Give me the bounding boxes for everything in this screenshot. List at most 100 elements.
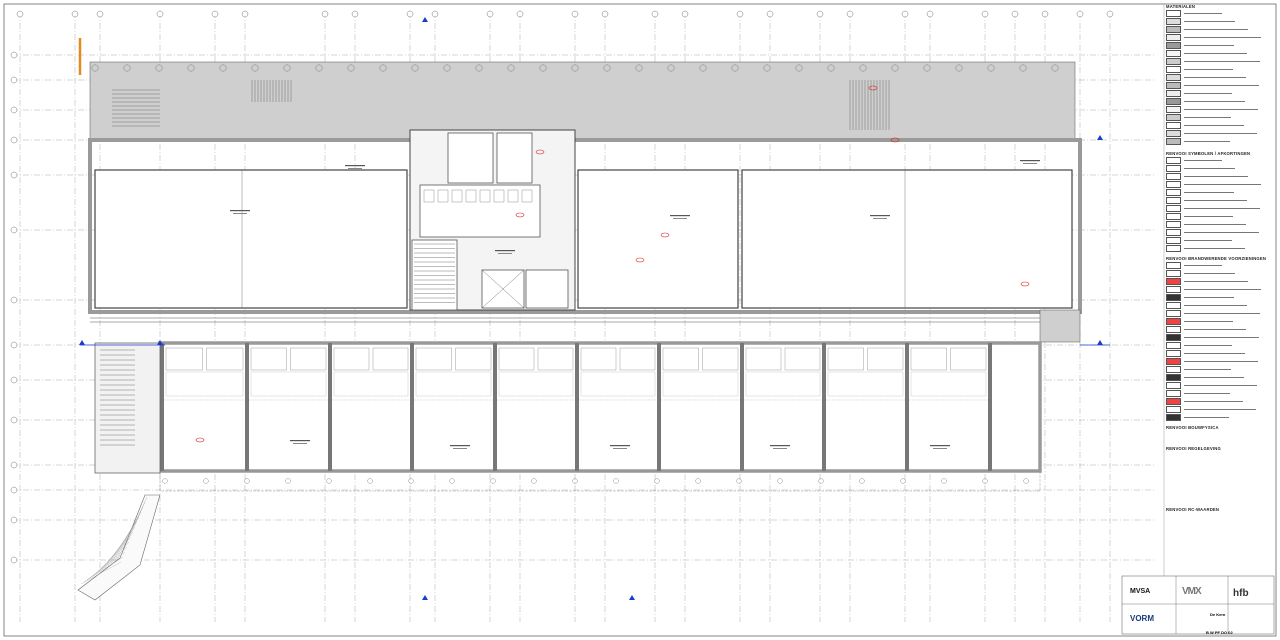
vorm-logo: VORM [1130, 614, 1154, 623]
room-label-mark [293, 443, 307, 444]
west-stair-block [94, 342, 161, 474]
legend-swatch [1166, 33, 1181, 41]
legend-swatch [1166, 65, 1181, 73]
legend-swatch [1166, 365, 1181, 373]
legend-swatch [1166, 172, 1181, 180]
legend-row [1166, 285, 1274, 293]
room-label-mark [498, 253, 512, 254]
hall-3 [577, 169, 739, 309]
legend-row [1166, 413, 1274, 421]
legend-rc-title: RENVOOI RC-WAARDEN [1166, 507, 1220, 512]
legend-swatch [1166, 269, 1181, 277]
section-marker [422, 595, 428, 600]
grid-bubble [846, 10, 854, 18]
legend-swatch [1166, 381, 1181, 389]
legend-swatch [1166, 293, 1181, 301]
legend-row [1166, 236, 1274, 244]
stair-east [1039, 309, 1081, 343]
unit-wall [988, 343, 992, 471]
unit-wall [410, 343, 414, 471]
facade-column [408, 478, 414, 484]
legend-swatch [1166, 357, 1181, 365]
legend-text-line [1184, 312, 1260, 314]
grid-bubble [10, 516, 18, 524]
grid-bubble [10, 461, 18, 469]
legend-swatch [1166, 180, 1181, 188]
facade-column [613, 478, 619, 484]
legend-row [1166, 17, 1274, 25]
unit-wall [822, 343, 826, 471]
legend-text-line [1184, 44, 1234, 46]
grid-bubble [736, 10, 744, 18]
grid-bubble [10, 171, 18, 179]
room-label-mark [1020, 160, 1040, 162]
legend-swatch [1166, 397, 1181, 405]
legend-row [1166, 277, 1274, 285]
grid-bubble [16, 10, 24, 18]
legend-swatch [1166, 317, 1181, 325]
legend-text-line [1184, 167, 1235, 169]
legend-text-line [1184, 20, 1235, 22]
facade-column [777, 478, 783, 484]
legend-row [1166, 365, 1274, 373]
grid-bubble [321, 10, 329, 18]
grid-bubble [1106, 10, 1114, 18]
unit-wall [657, 343, 661, 471]
legend-text-line [1184, 320, 1233, 322]
legend-row [1166, 113, 1274, 121]
legend-swatch [1166, 325, 1181, 333]
legend-text-line [1184, 239, 1232, 241]
room-label-mark [453, 448, 467, 449]
grid-bubble [10, 341, 18, 349]
legend-text-line [1184, 392, 1230, 394]
legend-swatch [1166, 261, 1181, 269]
legend-row [1166, 293, 1274, 301]
legend-row [1166, 188, 1274, 196]
grid-bubble [156, 10, 164, 18]
legend-swatch [1166, 97, 1181, 105]
legend-row [1166, 172, 1274, 180]
legend-text-line [1184, 199, 1247, 201]
legend-text-line [1184, 296, 1234, 298]
legend-text-line [1184, 92, 1232, 94]
facade-column [695, 478, 701, 484]
room-label-mark [233, 213, 247, 214]
grid-bubble [10, 376, 18, 384]
legend-panel: MATERIALEN RENVOOI SYMBOLEN / AFKORTINGE… [1166, 4, 1274, 576]
grid-bubble [10, 51, 18, 59]
legend-text-line [1184, 108, 1258, 110]
facade-column [736, 478, 742, 484]
legend-swatch [1166, 285, 1181, 293]
legend-text-line [1184, 124, 1244, 126]
room-label-mark [610, 445, 630, 447]
grid-bubble [96, 10, 104, 18]
legend-text-line [1184, 132, 1257, 134]
grid-bubble [10, 136, 18, 144]
legend-text-line [1184, 416, 1229, 418]
grid-bubble [651, 10, 659, 18]
legend-swatch [1166, 137, 1181, 145]
access-ramp [77, 494, 161, 601]
facade-column [285, 478, 291, 484]
legend-row [1166, 41, 1274, 49]
title-block-frame [1121, 575, 1275, 635]
legend-bouwfysica-title: RENVOOI BOUWFYSICA [1166, 425, 1219, 430]
grid-bubble [681, 10, 689, 18]
legend-swatch [1166, 389, 1181, 397]
legend-text-line [1184, 280, 1248, 282]
legend-text-line [1184, 159, 1222, 161]
balcony-strip [159, 470, 1041, 492]
legend-swatch [1166, 220, 1181, 228]
legend-swatch [1166, 121, 1181, 129]
legend-row [1166, 405, 1274, 413]
legend-row [1166, 73, 1274, 81]
legend-text-line [1184, 376, 1244, 378]
unit-wall [245, 343, 249, 471]
legend-text-line [1184, 36, 1261, 38]
unit-wall [493, 343, 497, 471]
legend-text-line [1184, 175, 1248, 177]
legend-swatch [1166, 41, 1181, 49]
room-label-mark [348, 168, 362, 169]
grid-bubble [406, 10, 414, 18]
grid-bubble [351, 10, 359, 18]
